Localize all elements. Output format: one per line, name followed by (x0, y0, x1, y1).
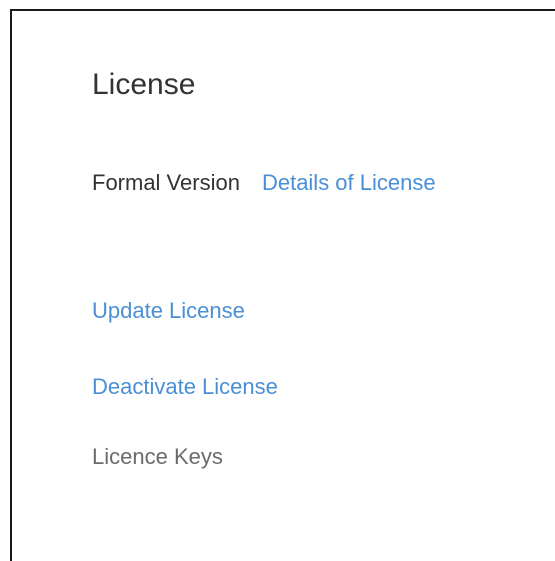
license-panel: License Formal Version Details of License… (10, 9, 555, 561)
version-label: Formal Version (92, 170, 240, 195)
deactivate-license-link[interactable]: Deactivate License (92, 373, 278, 401)
details-of-license-link[interactable]: Details of License (262, 170, 436, 195)
licence-keys-link[interactable]: Licence Keys (92, 443, 223, 471)
version-row: Formal Version Details of License (92, 169, 436, 197)
page-title: License (92, 68, 196, 101)
update-license-link[interactable]: Update License (92, 297, 245, 325)
